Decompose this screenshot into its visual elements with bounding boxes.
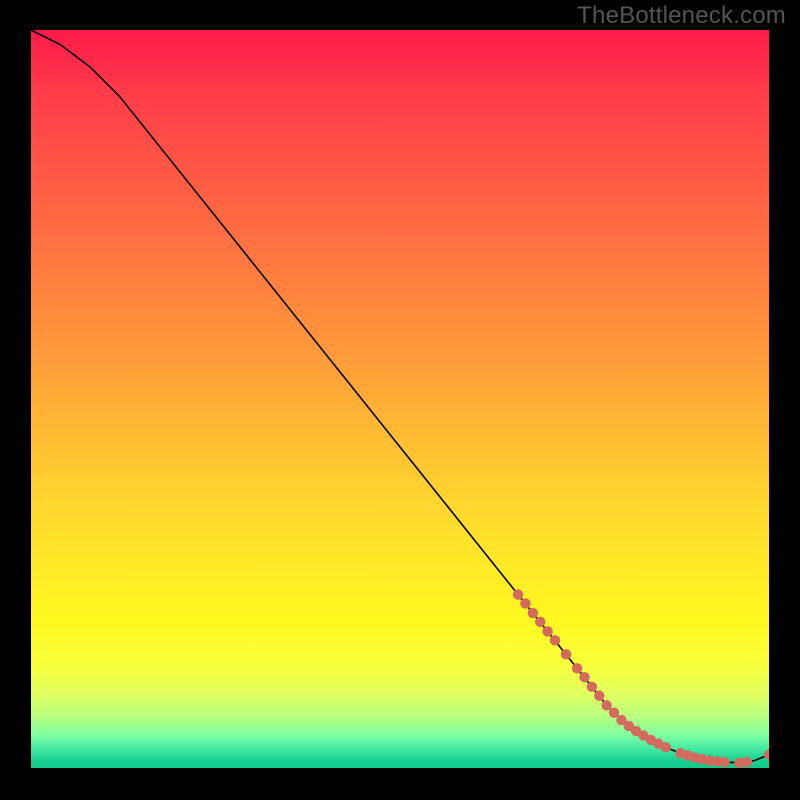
data-marker	[609, 707, 619, 717]
data-marker	[742, 757, 752, 767]
data-marker	[660, 742, 670, 752]
data-marker	[550, 635, 560, 645]
data-marker	[572, 663, 582, 673]
data-marker	[720, 757, 730, 767]
data-marker	[528, 608, 538, 618]
data-marker	[764, 750, 769, 760]
data-marker	[561, 649, 571, 659]
data-marker	[542, 626, 552, 636]
data-marker	[520, 598, 530, 608]
curve-line	[31, 30, 769, 763]
data-marker	[513, 589, 523, 599]
plot-area	[31, 30, 769, 768]
data-marker	[535, 617, 545, 627]
chart-frame: TheBottleneck.com	[0, 0, 800, 800]
data-marker	[587, 682, 597, 692]
data-marker	[579, 672, 589, 682]
chart-svg	[31, 30, 769, 768]
data-marker	[601, 700, 611, 710]
markers-group	[513, 589, 769, 768]
watermark-text: TheBottleneck.com	[577, 2, 786, 30]
data-marker	[594, 690, 604, 700]
